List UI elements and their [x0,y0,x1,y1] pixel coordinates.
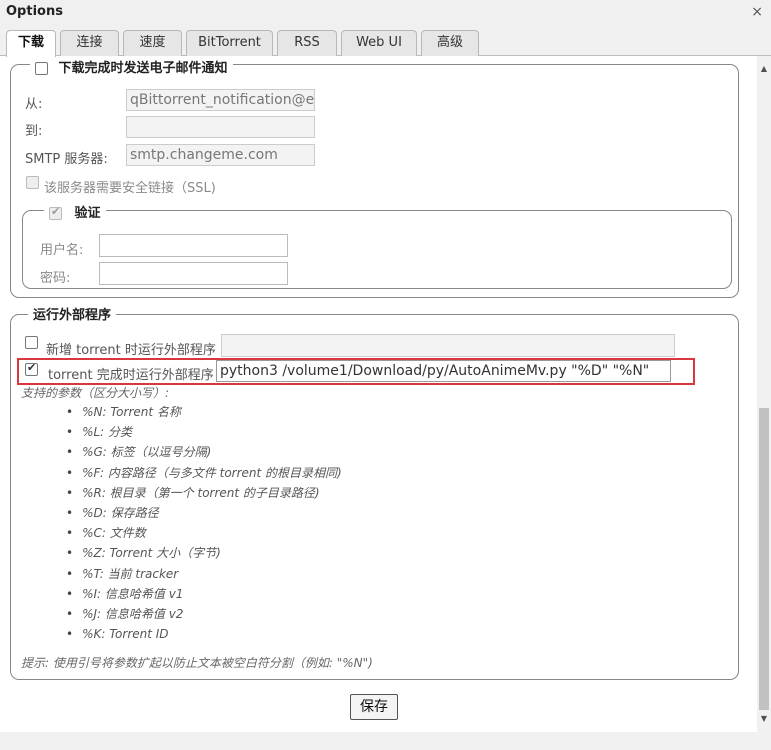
tab-download[interactable]: 下载 [6,30,56,57]
save-button[interactable]: 保存 [350,694,398,720]
param-item: %L: 分类 [66,422,342,442]
quoting-hint: 提示: 使用引号将参数扩起以防止文本被空白符分割（例如: "%N") [21,656,373,670]
tab-advanced[interactable]: 高级 [421,30,479,56]
dialog-bottom-bar [0,732,771,750]
ssl-checkbox[interactable] [26,176,39,189]
external-program-legend: 运行外部程序 [28,304,117,323]
param-item: %F: 内容路径（与多文件 torrent 的根目录相同) [66,463,342,483]
auth-legend: 验证 [44,202,106,221]
run-on-finish-field[interactable]: python3 /volume1/Download/py/AutoAnimeMv… [216,360,671,382]
param-item: %R: 根目录（第一个 torrent 的子目录路径) [66,483,342,503]
username-field[interactable] [99,234,288,257]
username-label: 用户名: [40,243,84,258]
tab-speed[interactable]: 速度 [123,30,182,56]
run-on-add-field[interactable] [221,334,675,357]
param-item: %J: 信息哈希值 v2 [66,604,342,624]
param-item: %K: Torrent ID [66,624,342,644]
param-item: %N: Torrent 名称 [66,402,342,422]
email-notification-legend: 下载完成时发送电子邮件通知 [30,57,233,76]
from-label: 从: [25,97,43,112]
smtp-label: SMTP 服务器: [25,152,108,167]
auth-checkbox[interactable] [49,205,62,220]
tab-bittorrent[interactable]: BitTorrent [186,30,273,56]
dialog-title: Options [6,4,63,19]
email-notification-checkbox[interactable] [35,62,48,75]
from-field[interactable]: qBittorrent_notification@exa [126,89,315,111]
run-on-finish-checkbox[interactable] [25,361,38,376]
params-list: %N: Torrent 名称 %L: 分类 %G: 标签（以逗号分隔) %F: … [66,402,342,644]
param-item: %Z: Torrent 大小（字节) [66,543,342,563]
param-item: %G: 标签（以逗号分隔) [66,442,342,462]
ssl-label: 该服务器需要安全链接（SSL) [44,181,216,196]
param-item: %C: 文件数 [66,523,342,543]
tab-connection[interactable]: 连接 [60,30,119,56]
dialog-titlebar: Options × [0,0,771,26]
close-icon[interactable]: × [751,4,763,20]
password-field[interactable] [99,262,288,285]
param-item: %T: 当前 tracker [66,564,342,584]
smtp-field[interactable]: smtp.changeme.com [126,144,315,166]
chevron-up-icon[interactable]: ▲ [757,64,771,73]
param-item: %I: 信息哈希值 v1 [66,584,342,604]
run-on-add-checkbox[interactable] [25,336,38,349]
tab-bar: 下载 连接 速度 BitTorrent RSS Web UI 高级 [0,26,771,57]
password-label: 密码: [40,271,71,286]
options-content: 下载完成时发送电子邮件通知 从: qBittorrent_notificatio… [0,56,757,732]
email-notification-label: 下载完成时发送电子邮件通知 [58,61,228,76]
params-title: 支持的参数（区分大小写）: [21,386,170,400]
run-on-add-label: 新增 torrent 时运行外部程序 [46,343,216,358]
param-item: %D: 保存路径 [66,503,342,523]
auth-label: 验证 [74,206,101,221]
run-on-finish-label: torrent 完成时运行外部程序 [48,368,214,383]
vertical-scrollbar[interactable]: ▲ ▼ [757,56,771,732]
scrollbar-thumb[interactable] [759,408,769,710]
tab-rss[interactable]: RSS [277,30,337,56]
to-field[interactable] [126,116,315,138]
to-label: 到: [25,124,43,139]
chevron-down-icon[interactable]: ▼ [757,714,771,723]
tab-webui[interactable]: Web UI [341,30,417,56]
